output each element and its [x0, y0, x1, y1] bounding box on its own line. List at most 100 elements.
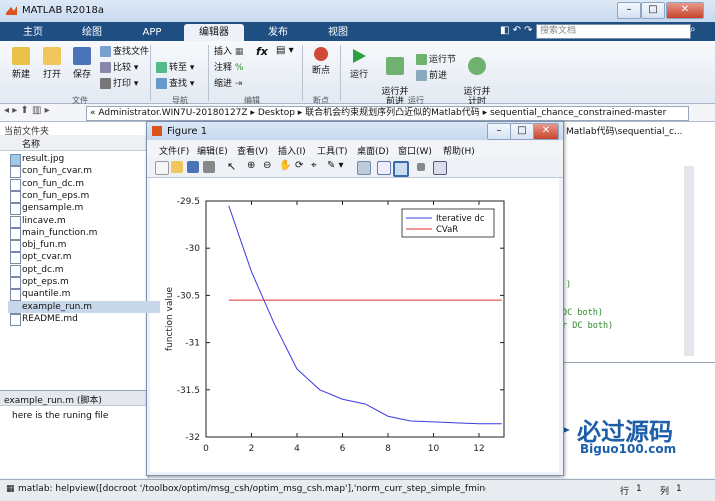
details-text: here is the runing file	[12, 411, 109, 421]
figure-minimize-button[interactable]: –	[487, 123, 511, 140]
file-list-item[interactable]: result.jpg	[22, 153, 64, 165]
column-name-header[interactable]: 名称	[22, 137, 40, 150]
tab-home[interactable]: 主页	[6, 24, 60, 41]
line-chart[interactable]: 0 2 4 6 8 10 12 -29.5 -30 -30.5 -31 -31.5 -32 functio…	[150, 178, 559, 472]
new-figure-icon[interactable]	[155, 161, 169, 175]
pan-icon[interactable]: ✋	[279, 160, 291, 171]
status-icon: ▦	[6, 484, 15, 494]
breakpoints-button[interactable]: 断点	[306, 47, 336, 76]
file-list-item[interactable]: gensample.m	[22, 202, 83, 214]
compare-button[interactable]: 比较 ▾	[100, 61, 138, 75]
figure-icon	[152, 126, 162, 136]
folder-icon	[43, 47, 61, 65]
run-section-icon	[416, 54, 427, 65]
data-cursor-icon[interactable]: ⌖	[311, 160, 317, 171]
menu-insert[interactable]: 插入(I)	[278, 144, 306, 157]
menu-help[interactable]: 帮助(H)	[443, 144, 475, 157]
file-list-item[interactable]: obj_fun.m	[22, 239, 66, 251]
file-list-item[interactable]: opt_dc.m	[22, 264, 64, 276]
tab-apps[interactable]: APP	[124, 24, 180, 41]
current-folder-path[interactable]: « Administrator.WIN7U-20180127Z ▸ Deskto…	[86, 106, 689, 121]
file-list-item[interactable]: con_fun_cvar.m	[22, 165, 92, 177]
goto-icon	[156, 62, 167, 73]
menu-edit[interactable]: 编辑(E)	[197, 144, 228, 157]
print-figure-icon[interactable]	[203, 161, 215, 173]
run-button[interactable]: 运行	[344, 47, 374, 80]
print-button[interactable]: 打印 ▾	[100, 77, 138, 91]
nav-arrows-icon[interactable]: ◂ ▸ ⬆ ▥ ▸	[4, 105, 50, 116]
file-list-item[interactable]: quantile.m	[22, 288, 70, 300]
ribbon-separator	[340, 45, 341, 101]
code-line: DC both)	[562, 308, 603, 318]
find-button[interactable]: 查找 ▾	[156, 77, 194, 91]
file-list-item[interactable]: con_fun_dc.m	[22, 178, 84, 190]
goto-button[interactable]: 转至 ▾	[156, 61, 194, 75]
find-icon	[156, 78, 167, 89]
file-list-item[interactable]: main_function.m	[22, 227, 97, 239]
y-tick-label: -31	[185, 339, 200, 349]
file-icon	[10, 277, 21, 289]
y-tick-label: -30.5	[177, 291, 200, 301]
file-list-item[interactable]: opt_cvar.m	[22, 251, 72, 263]
dock-icon[interactable]	[433, 161, 447, 175]
tab-editor[interactable]: 编辑器	[184, 24, 244, 41]
file-list-item[interactable]: README.md	[22, 313, 78, 325]
format-options-icon[interactable]: ▤ ▾	[276, 45, 294, 56]
row-label: 行	[620, 487, 630, 497]
save-button[interactable]: 保存	[67, 47, 97, 80]
breakpoints-icon	[314, 47, 328, 61]
indent-button[interactable]: 缩进 ⇥	[214, 77, 242, 91]
function-icon[interactable]: fx	[256, 45, 268, 58]
open-button[interactable]: 打开	[37, 47, 67, 80]
colorbar-icon[interactable]	[377, 161, 391, 175]
file-list-item[interactable]: opt_eps.m	[22, 276, 69, 288]
timer-icon	[468, 57, 486, 75]
figure-close-button[interactable]: ✕	[533, 123, 559, 140]
pointer-icon[interactable]: ↖	[227, 160, 236, 173]
minimize-button[interactable]: –	[617, 2, 641, 19]
file-icon	[10, 166, 21, 179]
comment-button[interactable]: 注释 %	[214, 61, 243, 75]
menu-tools[interactable]: 工具(T)	[317, 144, 348, 157]
file-list-header: 名称	[0, 135, 148, 151]
zoom-in-icon[interactable]: ⊕	[247, 160, 255, 171]
figure-maximize-button[interactable]: □	[510, 123, 534, 140]
legend-icon[interactable]	[393, 161, 409, 177]
open-file-icon[interactable]	[171, 161, 183, 173]
run-section-button[interactable]: 运行节	[416, 53, 456, 67]
file-list-item[interactable]: con_fun_eps.m	[22, 190, 89, 202]
insert-button[interactable]: 插入 ▦	[214, 45, 243, 59]
figure-title-bar[interactable]: Figure 1 – □ ✕	[147, 122, 563, 140]
new-button[interactable]: 新建	[6, 47, 36, 80]
maximize-button[interactable]: □	[641, 2, 665, 19]
title-bar: MATLAB R2018a – □ ✕	[0, 0, 715, 23]
editor-scrollbar[interactable]	[684, 166, 694, 356]
find-files-button[interactable]: 查找文件	[100, 45, 149, 59]
file-icon	[10, 252, 21, 265]
zoom-out-icon[interactable]: ⊖	[263, 160, 271, 171]
tab-view[interactable]: 视图	[310, 24, 366, 41]
link-plot-icon[interactable]	[357, 161, 371, 175]
menu-desktop[interactable]: 桌面(D)	[357, 144, 389, 157]
advance-button[interactable]: 前进	[416, 69, 447, 83]
search-icon[interactable]: ⌕	[690, 24, 696, 35]
file-icon	[10, 227, 21, 240]
close-button[interactable]: ✕	[666, 2, 704, 19]
ribbon-separator	[302, 45, 303, 101]
menu-view[interactable]: 查看(V)	[237, 144, 268, 157]
save-figure-icon[interactable]	[187, 161, 199, 173]
file-icon	[10, 215, 21, 228]
menu-file[interactable]: 文件(F)	[159, 144, 189, 157]
menu-window[interactable]: 窗口(W)	[398, 144, 432, 157]
tab-publish[interactable]: 发布	[250, 24, 306, 41]
figure-canvas[interactable]: 0 2 4 6 8 10 12 -29.5 -30 -30.5 -31 -31.5 -32 functio…	[150, 178, 559, 472]
file-list-item[interactable]: example_run.m	[8, 300, 160, 313]
search-input[interactable]: 搜索文档	[536, 24, 691, 39]
run-and-time-button[interactable]: 运行并 计时	[460, 47, 494, 107]
figure-window[interactable]: Figure 1 – □ ✕ 文件(F) 编辑(E) 查看(V) 插入(I) 工…	[146, 121, 564, 476]
tab-plots[interactable]: 绘图	[64, 24, 120, 41]
brush-icon[interactable]: ✎ ▾	[327, 160, 344, 171]
rotate-icon[interactable]: ⟳	[295, 160, 303, 171]
file-list-item[interactable]: lincave.m	[22, 215, 66, 227]
hide-tools-icon[interactable]	[417, 163, 425, 171]
